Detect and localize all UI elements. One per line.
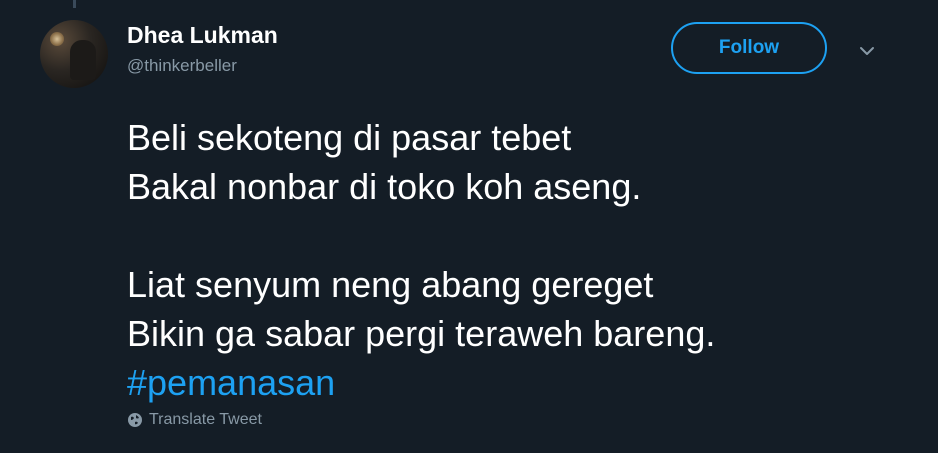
avatar-lamp-detail — [50, 32, 64, 46]
avatar[interactable] — [40, 20, 108, 88]
translate-tweet-link[interactable]: Translate Tweet — [127, 411, 262, 429]
tweet-line: Bakal nonbar di toko koh aseng. — [127, 166, 642, 207]
tweet-text: Beli sekoteng di pasar tebet Bakal nonba… — [127, 113, 917, 407]
author-display-name[interactable]: Dhea Lukman — [127, 22, 278, 49]
translate-tweet-label: Translate Tweet — [149, 411, 262, 428]
tweet-line: Beli sekoteng di pasar tebet — [127, 117, 572, 158]
tweet-line: Liat senyum neng abang gereget — [127, 264, 654, 305]
more-options-button[interactable] — [852, 36, 882, 66]
chevron-down-icon — [860, 47, 874, 55]
tweet-paragraph-gap — [127, 211, 917, 260]
globe-icon — [128, 413, 142, 427]
tweet-line: Bikin ga sabar pergi teraweh bareng. — [127, 313, 716, 354]
avatar-figure-detail — [70, 40, 96, 80]
thread-line — [73, 0, 76, 8]
follow-button[interactable]: Follow — [671, 22, 827, 74]
hashtag-link[interactable]: #pemanasan — [127, 358, 917, 407]
author-handle[interactable]: @thinkerbeller — [127, 56, 237, 76]
